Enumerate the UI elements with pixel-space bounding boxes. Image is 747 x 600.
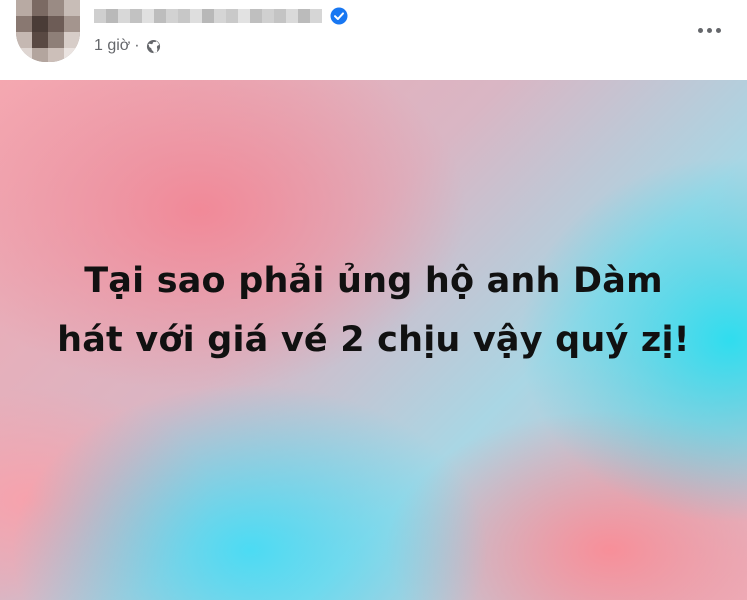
verified-badge-icon <box>330 7 348 25</box>
status-text: Tại sao phải ủng hộ anh Dàm hát với giá … <box>57 261 690 360</box>
avatar[interactable] <box>16 0 80 62</box>
post-header: 1 giờ · <box>0 0 747 80</box>
more-options-icon <box>706 27 712 33</box>
more-options-icon <box>715 27 721 33</box>
facebook-post: 1 giờ · Tại sao phải ủng hộ anh Dàm hát … <box>0 0 747 600</box>
post-time[interactable]: 1 giờ <box>94 37 130 55</box>
author-name-row[interactable] <box>94 6 348 26</box>
more-options-button[interactable] <box>691 16 727 44</box>
meta-separator: · <box>134 37 140 54</box>
more-options-icon <box>697 27 703 33</box>
globe-icon[interactable] <box>146 39 161 54</box>
blurred-author-name <box>94 9 322 23</box>
post-meta: 1 giờ · <box>94 37 161 55</box>
status-background-card: Tại sao phải ủng hộ anh Dàm hát với giá … <box>0 80 747 600</box>
